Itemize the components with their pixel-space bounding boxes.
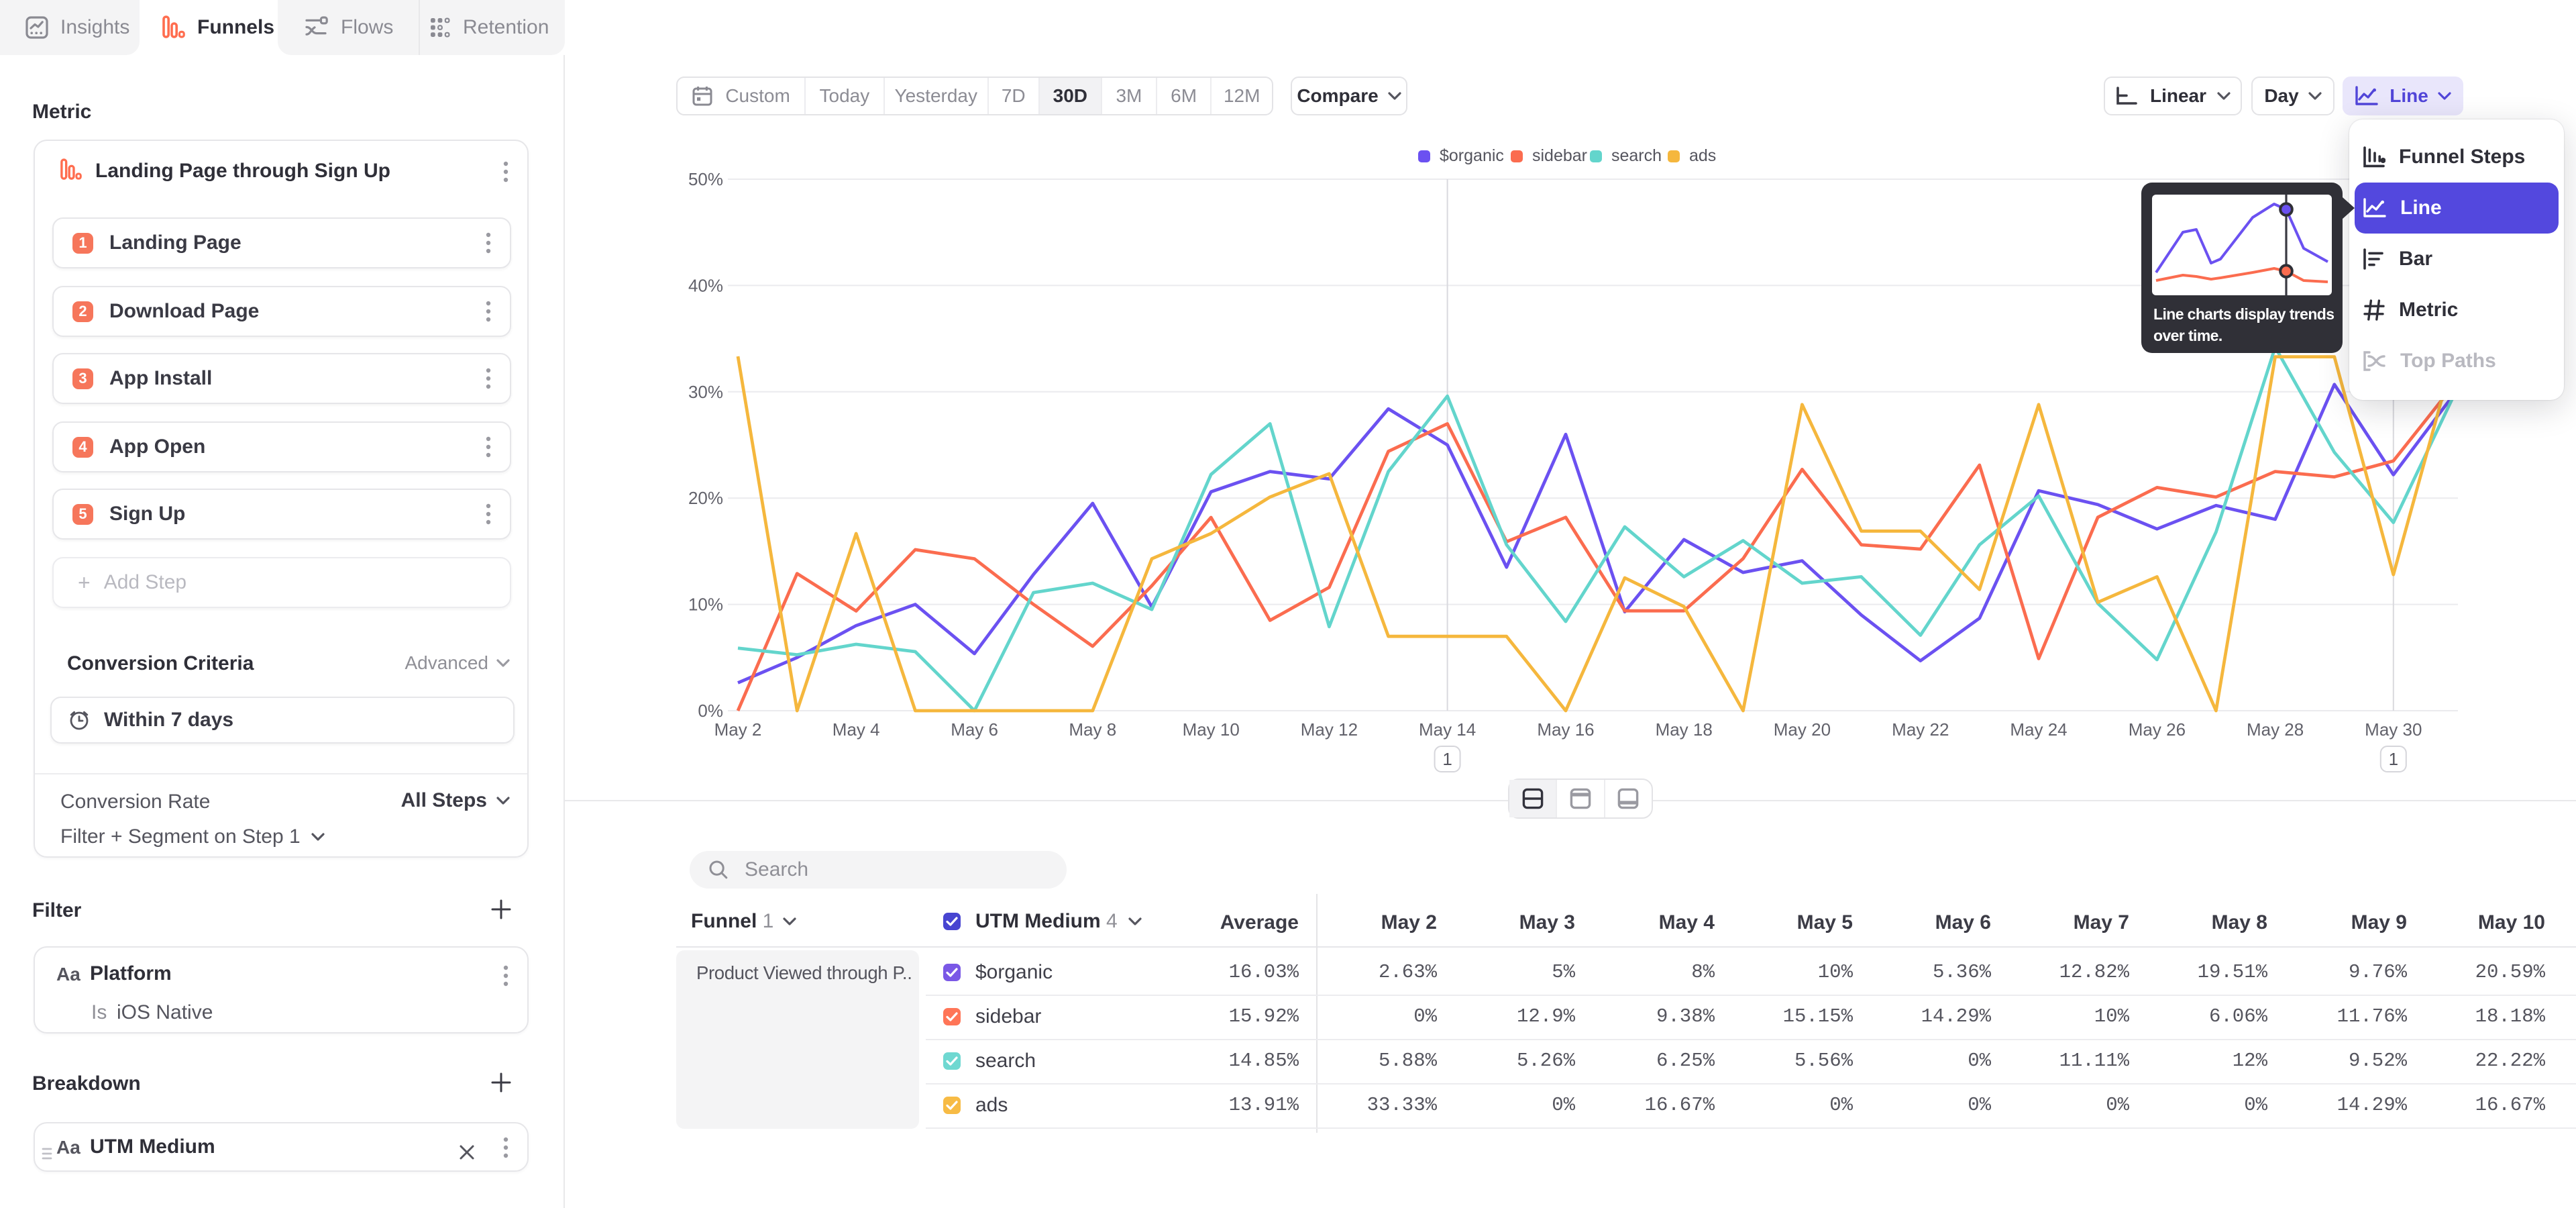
svg-text:50%: 50% <box>688 169 723 189</box>
svg-text:30%: 30% <box>688 382 723 402</box>
svg-text:0%: 0% <box>698 701 723 721</box>
svg-text:May 16: May 16 <box>1537 719 1594 740</box>
svg-text:40%: 40% <box>688 275 723 295</box>
svg-text:May 14: May 14 <box>1419 719 1476 740</box>
svg-text:May 18: May 18 <box>1656 719 1713 740</box>
svg-text:1: 1 <box>2389 749 2398 769</box>
svg-text:10%: 10% <box>688 595 723 615</box>
svg-text:May 28: May 28 <box>2247 719 2304 740</box>
svg-text:1: 1 <box>1442 749 1452 769</box>
svg-text:May 6: May 6 <box>951 719 998 740</box>
svg-text:May 20: May 20 <box>1774 719 1831 740</box>
svg-text:May 10: May 10 <box>1183 719 1240 740</box>
svg-text:May 8: May 8 <box>1069 719 1116 740</box>
svg-text:May 26: May 26 <box>2129 719 2186 740</box>
svg-text:May 4: May 4 <box>833 719 880 740</box>
svg-text:May 22: May 22 <box>1892 719 1949 740</box>
svg-text:May 24: May 24 <box>2010 719 2067 740</box>
svg-text:May 30: May 30 <box>2365 719 2422 740</box>
svg-text:May 12: May 12 <box>1301 719 1358 740</box>
svg-text:May 2: May 2 <box>714 719 762 740</box>
svg-text:20%: 20% <box>688 488 723 508</box>
